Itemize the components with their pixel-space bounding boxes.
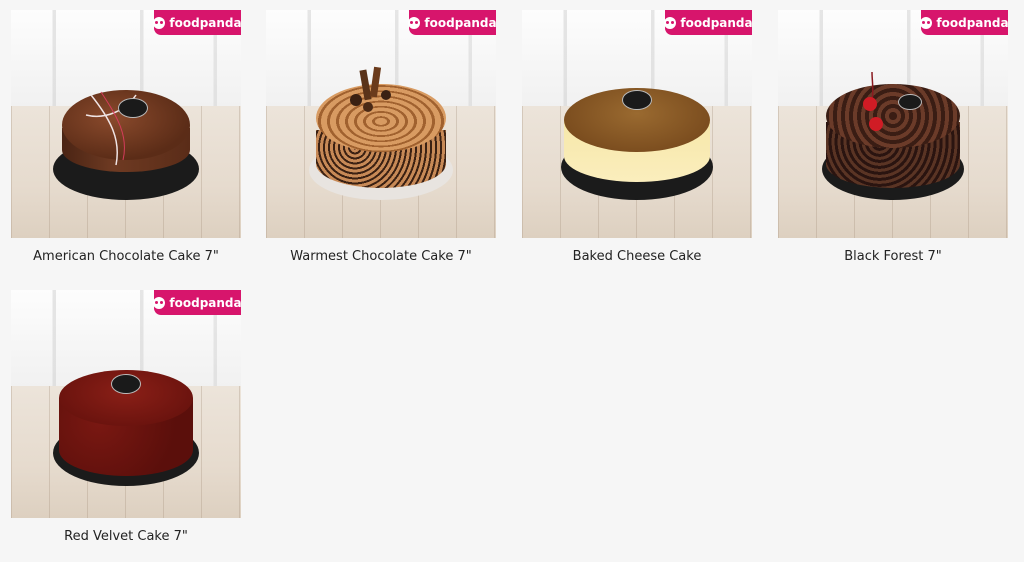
brand-logo-disc <box>111 374 141 394</box>
panda-icon <box>153 16 166 29</box>
chocolate-roll-decoration <box>350 66 391 112</box>
cherry-decoration <box>863 71 883 131</box>
brand-logo-disc <box>118 98 148 118</box>
product-name[interactable]: American Chocolate Cake 7" <box>11 249 241 264</box>
panda-icon <box>408 16 421 29</box>
product-image[interactable]: foodpanda <box>11 290 241 518</box>
panda-icon <box>153 296 166 309</box>
product-card-black-forest[interactable]: foodpanda Black Forest 7" <box>778 10 1008 272</box>
product-card-american-chocolate[interactable]: foodpanda American Chocolate Cake 7" <box>11 10 241 272</box>
foodpanda-label: foodpanda <box>680 15 752 30</box>
foodpanda-badge: foodpanda <box>153 290 241 315</box>
foodpanda-badge: foodpanda <box>920 10 1008 35</box>
foodpanda-badge: foodpanda <box>153 10 241 35</box>
product-card-warmest-chocolate[interactable]: foodpanda Warmest Chocolate Cake 7" <box>266 10 496 272</box>
panda-icon <box>920 16 933 29</box>
product-image[interactable]: foodpanda <box>266 10 496 238</box>
product-name[interactable]: Warmest Chocolate Cake 7" <box>266 249 496 264</box>
foodpanda-badge: foodpanda <box>408 10 496 35</box>
product-name[interactable]: Black Forest 7" <box>778 249 1008 264</box>
panda-icon <box>664 16 677 29</box>
foodpanda-label: foodpanda <box>936 15 1008 30</box>
product-name[interactable]: Baked Cheese Cake <box>522 249 752 264</box>
product-grid: foodpanda American Chocolate Cake 7" foo… <box>0 0 1024 562</box>
brand-logo-disc <box>622 90 652 110</box>
product-name[interactable]: Red Velvet Cake 7" <box>11 529 241 544</box>
product-image[interactable]: foodpanda <box>522 10 752 238</box>
foodpanda-label: foodpanda <box>169 15 241 30</box>
product-image[interactable]: foodpanda <box>11 10 241 238</box>
product-card-red-velvet[interactable]: foodpanda Red Velvet Cake 7" <box>11 290 241 552</box>
brand-logo-disc <box>898 94 922 110</box>
product-card-baked-cheese[interactable]: foodpanda Baked Cheese Cake <box>522 10 752 272</box>
foodpanda-badge: foodpanda <box>664 10 752 35</box>
foodpanda-label: foodpanda <box>424 15 496 30</box>
product-image[interactable]: foodpanda <box>778 10 1008 238</box>
foodpanda-label: foodpanda <box>169 295 241 310</box>
